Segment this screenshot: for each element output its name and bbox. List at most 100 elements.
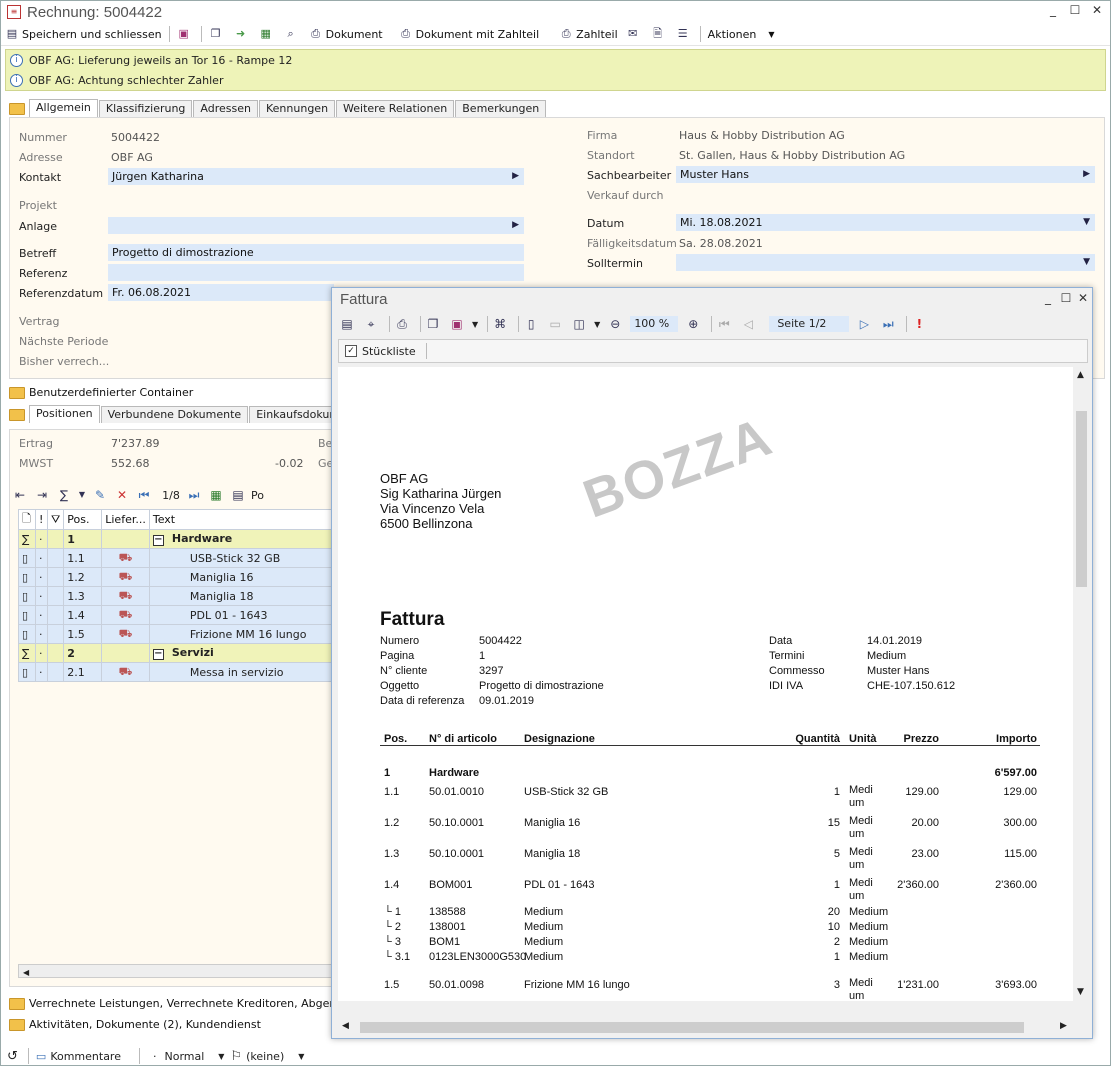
email-button[interactable]: ✉ <box>622 24 647 44</box>
horizontal-scroll-thumb[interactable] <box>360 1022 1024 1033</box>
flag-select[interactable]: (keine) <box>246 1050 284 1063</box>
activities-section[interactable]: Aktivitäten, Dokumente (2), Kundendienst <box>9 1018 261 1031</box>
target-date-field[interactable]: ▼ <box>676 254 1095 271</box>
date-field[interactable]: Mi. 18.08.2021 ▼ <box>676 214 1095 231</box>
collapse-icon[interactable]: − <box>152 535 164 546</box>
calculate-button[interactable]: ▦ <box>255 24 280 44</box>
col-pos[interactable]: Pos. <box>63 509 103 530</box>
chevron-up-icon[interactable]: ▲ <box>1077 370 1084 380</box>
payment-slip-button[interactable]: ⎙ Zahlteil <box>555 24 622 44</box>
next-page-icon[interactable]: ▷ <box>855 315 873 333</box>
document-button[interactable]: ⎙ Dokument <box>305 24 387 44</box>
pencil-icon[interactable]: ✎ <box>91 486 109 504</box>
close-icon[interactable]: ✕ <box>1073 291 1093 305</box>
first-page-icon[interactable]: ⏮ <box>135 486 153 504</box>
zoom-out-icon[interactable]: ⊖ <box>606 315 624 333</box>
maximize-icon[interactable]: ☐ <box>1065 3 1085 17</box>
chevron-down-icon[interactable]: ▼ <box>594 320 600 329</box>
reference-field[interactable] <box>108 264 524 281</box>
preview-button[interactable]: ⌕ <box>280 24 305 44</box>
chevron-left-icon[interactable]: ◀ <box>342 1021 349 1031</box>
indent-icon[interactable]: ⇥ <box>33 486 51 504</box>
grid-horizontal-scrollbar[interactable]: ◀ <box>18 964 333 978</box>
comment-icon[interactable]: ▭ <box>36 1050 46 1063</box>
clerk-field[interactable]: Muster Hans ▶ <box>676 166 1095 183</box>
col-liefer[interactable]: Liefer... <box>101 509 150 530</box>
col-text[interactable]: Text <box>148 509 334 530</box>
tab-positionen[interactable]: Positionen <box>29 405 100 423</box>
chevron-down-icon[interactable]: ▼ <box>77 486 87 504</box>
chevron-down-icon[interactable]: ▼ <box>472 320 478 329</box>
subject-field[interactable]: Progetto di dimostrazione <box>108 244 524 261</box>
reference-date-field[interactable]: Fr. 06.08.2021 <box>108 284 334 301</box>
document-with-payment-button[interactable]: ⎙ Dokument mit Zahlteil <box>395 24 544 44</box>
outdent-icon[interactable]: ⇤ <box>11 486 29 504</box>
document-icon[interactable]: ▤ <box>338 315 356 333</box>
chevron-left-icon[interactable]: ◀ <box>23 968 29 977</box>
attach-button[interactable]: 🗎 <box>647 24 672 44</box>
multi-page-icon[interactable]: ▭ <box>546 315 564 333</box>
last-page-icon[interactable]: ⏭ <box>879 315 897 333</box>
custom-container-section[interactable]: Benutzerdefinierter Container <box>9 386 193 399</box>
delete-icon[interactable]: ✕ <box>113 486 131 504</box>
binoculars-icon[interactable]: ⌖ <box>362 315 380 333</box>
table-row[interactable]: ▯ · 1.4 ⛟ PDL 01 - 1643 <box>18 605 334 625</box>
table-row[interactable]: ▯ · 1.2 ⛟ Maniglia 16 <box>18 567 334 587</box>
page-input[interactable]: Seite 1/2 <box>769 316 850 332</box>
previous-page-icon[interactable]: ◁ <box>739 315 757 333</box>
table-row[interactable]: ▯ · 1.5 ⛟ Frizione MM 16 lungo <box>18 624 334 644</box>
filter-icon[interactable]: ⛛ <box>46 509 65 530</box>
export-icon[interactable]: ⌘ <box>491 315 509 333</box>
excel-icon[interactable]: ▦ <box>207 486 225 504</box>
save-close-button[interactable]: ▤ Speichern und schliessen <box>1 24 166 44</box>
contact-field[interactable]: Jürgen Katharina ▶ <box>108 168 524 185</box>
tab-allgemein[interactable]: Allgemein <box>29 99 98 117</box>
billed-section[interactable]: Verrechnete Leistungen, Verrechnete Kred… <box>9 997 372 1010</box>
vertical-scroll-thumb[interactable] <box>1076 411 1087 587</box>
preview-vertical-scrollbar[interactable]: ▲ ▼ <box>1073 367 1090 1001</box>
history-icon[interactable]: ↺ <box>7 1049 18 1064</box>
warning-icon[interactable]: ! <box>910 315 928 333</box>
tab-adressen[interactable]: Adressen <box>193 100 258 117</box>
table-row[interactable]: ▯ · 2.1 ⛟ Messa in servizio <box>18 662 334 682</box>
priority-select[interactable]: Normal <box>164 1050 204 1063</box>
tab-bemerkungen[interactable]: Bemerkungen <box>455 100 547 117</box>
chevron-down-icon[interactable]: ▼ <box>218 1052 224 1061</box>
two-page-icon[interactable]: ◫ <box>570 315 588 333</box>
tab-klassifizierung[interactable]: Klassifizierung <box>98 100 193 117</box>
table-row[interactable]: ∑ · 2 − Servizi <box>18 643 334 663</box>
copy-button[interactable]: ❐ <box>205 24 230 44</box>
table-row[interactable]: ▯ · 1.1 ⛟ USB-Stick 32 GB <box>18 548 334 568</box>
minimize-icon[interactable]: _ <box>1038 291 1058 305</box>
chevron-right-icon[interactable]: ▶ <box>1060 1021 1067 1031</box>
collapse-icon[interactable]: − <box>152 649 164 660</box>
comments-button[interactable]: Kommentare <box>50 1050 121 1063</box>
chevron-down-icon[interactable]: ▼ <box>298 1052 304 1061</box>
chevron-down-icon[interactable]: ▼ <box>1083 214 1090 231</box>
actions-menu[interactable]: Aktionen ▼ <box>704 24 779 44</box>
table-row[interactable]: ▯ · 1.3 ⛟ Maniglia 18 <box>18 586 334 606</box>
floppy-icon[interactable]: ▣ <box>448 315 466 333</box>
tab-verbundene-dokumente[interactable]: Verbundene Dokumente <box>100 406 249 423</box>
report-icon[interactable]: ▤ <box>229 486 247 504</box>
save-button[interactable]: ▣ <box>173 24 198 44</box>
printer-icon[interactable]: ⎙ <box>393 315 411 333</box>
tab-weitere-relationen[interactable]: Weitere Relationen <box>336 100 455 117</box>
preview-horizontal-scrollbar[interactable]: ◀ ▶ <box>338 1019 1073 1036</box>
single-page-icon[interactable]: ▯ <box>522 315 540 333</box>
zoom-in-icon[interactable]: ⊕ <box>684 315 702 333</box>
close-icon[interactable]: ✕ <box>1087 3 1107 17</box>
sum-icon[interactable]: ∑ <box>55 486 73 504</box>
chevron-right-icon[interactable]: ▶ <box>512 168 519 185</box>
chevron-down-icon[interactable]: ▼ <box>1083 254 1090 271</box>
zoom-input[interactable]: 100 % <box>630 316 679 332</box>
asset-field[interactable]: ▶ <box>108 217 524 234</box>
chevron-right-icon[interactable]: ▶ <box>1083 166 1090 183</box>
chevron-right-icon[interactable]: ▶ <box>512 217 519 234</box>
first-page-icon[interactable]: ⏮ <box>715 315 733 333</box>
minimize-icon[interactable]: _ <box>1043 3 1063 17</box>
bom-checkbox[interactable]: ✓ <box>345 345 357 357</box>
chevron-down-icon[interactable]: ▼ <box>1077 987 1084 997</box>
last-page-icon[interactable]: ⏭ <box>185 486 203 504</box>
archive-button[interactable]: ☰ <box>672 24 697 44</box>
